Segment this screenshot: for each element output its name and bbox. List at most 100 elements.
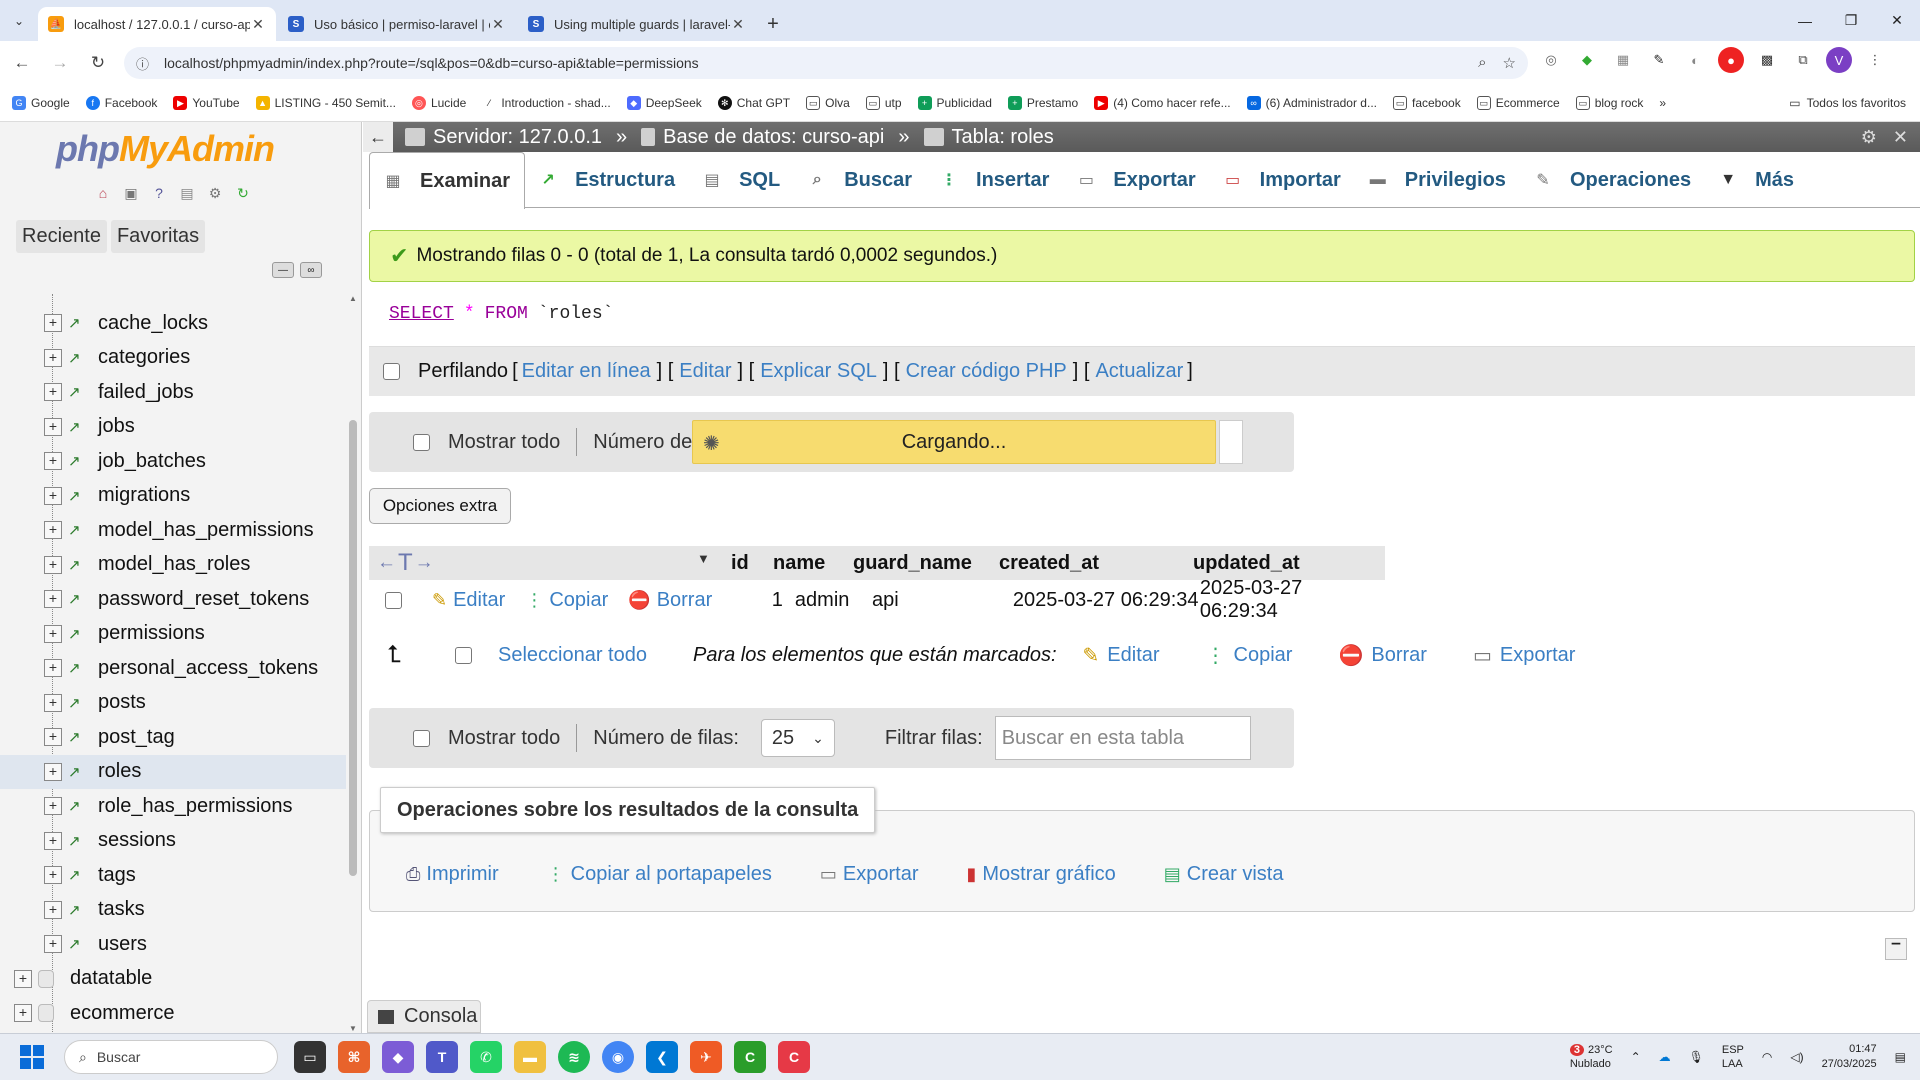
column-header-guard-name[interactable]: guard_name	[853, 552, 999, 575]
expand-plus-icon[interactable]: +	[44, 624, 62, 643]
edit-inline-link[interactable]: Editar en línea	[522, 360, 651, 383]
table-structure-icon[interactable]: ↗	[68, 521, 86, 539]
table-structure-icon[interactable]: ↗	[68, 935, 86, 953]
bookmark-item[interactable]: ∞ (6) Administrador d...	[1246, 96, 1377, 110]
table-structure-icon[interactable]: ↗	[68, 487, 86, 505]
settings-icon[interactable]: ⚙	[204, 182, 226, 204]
qr-icon[interactable]: ▩	[1754, 47, 1780, 73]
expand-plus-icon[interactable]: +	[44, 831, 62, 850]
bookmark-item[interactable]: ▲ LISTING - 450 Semit...	[255, 96, 396, 110]
task-view-icon[interactable]: ▭	[294, 1041, 326, 1073]
tab-exportar[interactable]: ▭ Exportar	[1063, 152, 1209, 208]
tab-sql[interactable]: ▤ SQL	[689, 152, 794, 208]
sidebar-table-item[interactable]: + ↗ job_batches	[0, 444, 346, 479]
tab-search-menu[interactable]: ⌄	[0, 0, 38, 41]
wifi-icon[interactable]: ◠	[1762, 1050, 1772, 1064]
cell-id[interactable]: 1	[746, 589, 795, 612]
tab-estructura[interactable]: ↗ Estructura	[525, 152, 689, 208]
tab-importar[interactable]: ▭ Importar	[1210, 152, 1355, 208]
expand-plus-icon[interactable]: +	[14, 1004, 32, 1023]
tab-operaciones[interactable]: ✎ Operaciones	[1520, 152, 1705, 208]
select-all-checkbox[interactable]	[455, 646, 472, 664]
row-copy-action[interactable]: ⋮ Copiar	[525, 589, 608, 612]
sidebar-table-item[interactable]: + ↗ jobs	[0, 410, 346, 445]
table-structure-icon[interactable]: ↗	[68, 866, 86, 884]
site-info-icon[interactable]: ⓘ	[136, 54, 154, 73]
sidebar-table-item[interactable]: + ↗ password_reset_tokens	[0, 582, 346, 617]
language-indicator[interactable]: ESP LAA	[1722, 1043, 1744, 1071]
browser-tab-phpmyadmin[interactable]: ⛵ localhost / 127.0.0.1 / curso-api ✕	[38, 7, 276, 41]
show-all-checkbox[interactable]	[413, 433, 430, 451]
sidebar-table-item[interactable]: + ↗ roles	[0, 754, 346, 789]
bookmark-star-icon[interactable]: ☆	[1503, 54, 1516, 72]
bookmark-item[interactable]: ◎ Lucide	[411, 96, 466, 110]
puzzle-icon[interactable]: ⧉	[1790, 47, 1816, 73]
show-all-checkbox[interactable]	[413, 729, 430, 747]
expand-plus-icon[interactable]: +	[44, 417, 62, 436]
extension-icon[interactable]: ◎	[1538, 47, 1564, 73]
minimize-icon[interactable]: —	[1782, 0, 1828, 41]
sidebar-table-item[interactable]: + ↗ permissions	[0, 617, 346, 652]
onedrive-icon[interactable]: ☁	[1659, 1050, 1671, 1064]
expand-plus-icon[interactable]: +	[14, 969, 32, 988]
bookmark-item[interactable]: ✻ Chat GPT	[717, 96, 790, 110]
collapse-all-icon[interactable]: —	[272, 262, 294, 278]
table-structure-icon[interactable]: ↗	[68, 625, 86, 643]
expand-plus-icon[interactable]: +	[44, 452, 62, 471]
table-structure-icon[interactable]: ↗	[68, 728, 86, 746]
bookmark-folder[interactable]: ▭ facebook	[1392, 96, 1461, 110]
favorites-tab[interactable]: Favoritas	[110, 220, 206, 253]
select-all-link[interactable]: Seleccionar todo	[498, 644, 647, 667]
profiling-checkbox[interactable]	[383, 363, 400, 380]
create-php-code-link[interactable]: Crear código PHP	[906, 360, 1067, 383]
tray-chevron-icon[interactable]: ⌃	[1631, 1050, 1641, 1064]
row-checkbox[interactable]	[385, 591, 402, 609]
print-button[interactable]: ⎙ Imprimir	[406, 863, 499, 886]
app-icon[interactable]: ⌘	[338, 1041, 370, 1073]
expand-plus-icon[interactable]: +	[44, 935, 62, 954]
link-with-main-icon[interactable]: ∞	[300, 262, 322, 278]
file-explorer-icon[interactable]: ▬	[514, 1041, 546, 1073]
column-visibility-dropdown-icon[interactable]: ▼	[697, 551, 710, 566]
table-structure-icon[interactable]: ↗	[68, 590, 86, 608]
breadcrumb-database[interactable]: Base de datos: curso-api	[641, 126, 884, 149]
sidebar-table-item[interactable]: + ↗ personal_access_tokens	[0, 651, 346, 686]
close-tab-icon[interactable]: ✕	[730, 16, 746, 33]
copilot-icon[interactable]: ◆	[382, 1041, 414, 1073]
expand-plus-icon[interactable]: +	[44, 486, 62, 505]
cell-guard-name[interactable]: api	[872, 589, 1013, 612]
expand-plus-icon[interactable]: +	[44, 314, 62, 333]
phpmyadmin-logo[interactable]: phpMyAdmin	[56, 128, 275, 170]
expand-plus-icon[interactable]: +	[44, 521, 62, 540]
breadcrumb-table[interactable]: Tabla: roles	[923, 126, 1054, 149]
expand-plus-icon[interactable]: +	[44, 693, 62, 712]
scroll-down-arrow-icon[interactable]: ▼	[348, 1024, 358, 1033]
table-structure-icon[interactable]: ↗	[68, 452, 86, 470]
forward-arrow-icon[interactable]: →	[44, 47, 76, 79]
scrollbar-thumb[interactable]	[349, 420, 357, 876]
pen-extension-icon[interactable]: ✎	[1646, 47, 1672, 73]
sidebar-scrollbar[interactable]: ▲ ▼	[348, 294, 358, 1033]
bookmark-folder[interactable]: ▭ utp	[865, 96, 902, 110]
cell-name[interactable]: admin	[795, 589, 872, 612]
bookmark-item[interactable]: f Facebook	[85, 96, 157, 110]
sidebar-table-item[interactable]: + ↗ post_tag	[0, 720, 346, 755]
reload-nav-icon[interactable]: ↻	[232, 182, 254, 204]
more-bookmarks-button[interactable]: »	[1659, 96, 1666, 110]
table-structure-icon[interactable]: ↗	[68, 349, 86, 367]
sidebar-table-item[interactable]: + ↗ role_has_permissions	[0, 789, 346, 824]
spotify-icon[interactable]: ≋	[558, 1041, 590, 1073]
new-tab-button[interactable]: +	[758, 7, 788, 41]
browser-tab-permiso[interactable]: S Uso básico | permiso-laravel | c ✕	[278, 7, 516, 41]
expand-plus-icon[interactable]: +	[44, 797, 62, 816]
breadcrumb-server[interactable]: Servidor: 127.0.0.1	[405, 126, 602, 149]
edit-query-link[interactable]: Editar	[679, 360, 731, 383]
close-window-icon[interactable]: ✕	[1874, 0, 1920, 41]
bookmark-item[interactable]: ▶ YouTube	[173, 96, 240, 110]
tab-mas[interactable]: ▼ Más	[1705, 152, 1808, 208]
bookmark-folder[interactable]: ▭ Ecommerce	[1476, 96, 1560, 110]
sidebar-table-item[interactable]: + ↗ tags	[0, 858, 346, 893]
sidebar-table-item[interactable]: + ↗ migrations	[0, 479, 346, 514]
extension-icon[interactable]: ◆	[1574, 47, 1600, 73]
tab-privilegios[interactable]: ▬ Privilegios	[1355, 152, 1520, 208]
